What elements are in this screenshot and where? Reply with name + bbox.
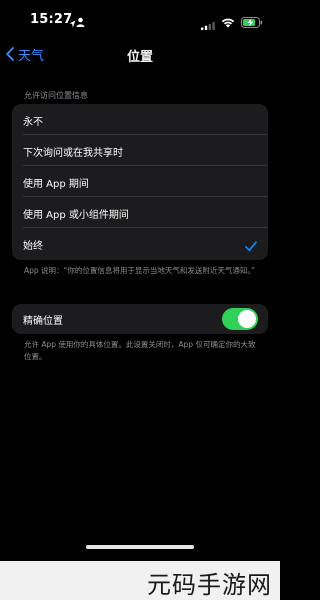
page-title: 位置 xyxy=(126,50,153,65)
option-never[interactable]: 永不 xyxy=(12,104,268,135)
navigation-bar: 天气 位置 xyxy=(0,38,280,70)
location-access-options: 永不 下次询问或在我共享时 使用 App 期间 使用 App 或小组件期间 始终 xyxy=(12,104,268,260)
option-label: 使用 App 期间 xyxy=(23,179,89,190)
precise-location-toggle[interactable] xyxy=(222,308,258,330)
settings-screen: 15:27 天气 位置 允许访问位置信息 永不 下次询问或在我共享时 使用 Ap… xyxy=(0,0,280,561)
watermark-banner: 元码手游网 xyxy=(0,561,280,600)
option-ask-next-time[interactable]: 下次询问或在我共享时 xyxy=(12,135,268,166)
watermark-text: 元码手游网 xyxy=(147,571,272,599)
precise-location-note: 允许 App 使用你的具体位置。此设置关闭时，App 仅可确定你的大致位置。 xyxy=(24,340,256,361)
home-indicator[interactable] xyxy=(86,545,194,549)
option-label: 永不 xyxy=(23,117,43,128)
option-while-using-app-or-widgets[interactable]: 使用 App 或小组件期间 xyxy=(12,197,268,228)
battery-charging-icon xyxy=(241,13,263,32)
option-while-using-app[interactable]: 使用 App 期间 xyxy=(12,166,268,197)
toggle-knob xyxy=(238,310,256,328)
navigation-arrow-icon xyxy=(69,13,76,32)
option-always[interactable]: 始终 xyxy=(12,228,268,260)
option-label: 始终 xyxy=(23,241,43,252)
wifi-icon xyxy=(221,13,235,32)
app-description-note: App 说明：“你的位置信息将用于显示当地天气和发送附近天气通知。” xyxy=(24,266,256,275)
option-label: 下次询问或在我共享时 xyxy=(23,148,123,159)
checkmark-icon xyxy=(245,237,257,256)
signal-icon xyxy=(201,15,215,34)
status-bar: 15:27 xyxy=(0,0,280,36)
precise-location-label: 精确位置 xyxy=(23,316,63,327)
precise-location-row: 精确位置 xyxy=(12,304,268,334)
section-header: 允许访问位置信息 xyxy=(24,91,88,100)
status-time: 15:27 xyxy=(30,12,73,27)
option-label: 使用 App 或小组件期间 xyxy=(23,210,129,221)
person-icon xyxy=(76,12,85,31)
